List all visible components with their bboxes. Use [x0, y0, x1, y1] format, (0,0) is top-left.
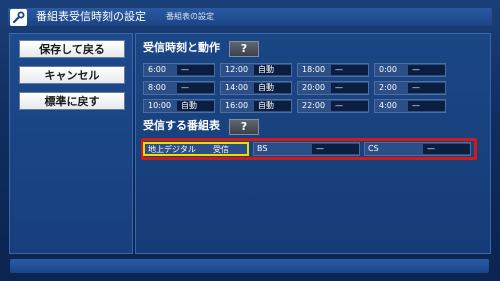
- schedule-time: 16:00: [225, 101, 249, 110]
- schedule-time: 18:00: [302, 65, 326, 74]
- schedule-action: —: [331, 83, 368, 93]
- cancel-button[interactable]: キャンセル: [19, 66, 125, 84]
- window-subtitle: 番組表の設定: [166, 12, 214, 21]
- save-and-return-button[interactable]: 保存して戻る: [19, 40, 125, 58]
- schedule-cell-11[interactable]: 22:00 —: [297, 99, 369, 113]
- schedule-action: —: [331, 65, 368, 75]
- schedule-action: 自動: [254, 83, 291, 93]
- channel-name: BS: [257, 144, 268, 153]
- schedule-cell-12[interactable]: 4:00 —: [374, 99, 446, 113]
- schedule-time: 20:00: [302, 83, 326, 92]
- schedule-cell-2[interactable]: 12:00 自動: [220, 63, 292, 77]
- schedule-cell-7[interactable]: 20:00 —: [297, 81, 369, 95]
- schedule-action: —: [408, 65, 445, 75]
- channel-name: CS: [368, 144, 379, 153]
- schedule-time: 8:00: [148, 83, 166, 92]
- channel-value: —: [423, 144, 470, 154]
- schedule-help-button[interactable]: ?: [229, 41, 259, 57]
- schedule-action: —: [408, 83, 445, 93]
- schedule-action: 自動: [177, 101, 214, 111]
- channel-cs[interactable]: CS —: [364, 142, 471, 156]
- window-title: 番組表受信時刻の設定: [36, 10, 146, 23]
- channel-value: 受信: [213, 145, 229, 154]
- channel-section-title: 受信する番組表: [143, 119, 220, 132]
- schedule-cell-9[interactable]: 10:00 自動: [143, 99, 215, 113]
- schedule-section-title: 受信時刻と動作: [143, 41, 220, 54]
- schedule-time: 4:00: [379, 101, 397, 110]
- schedule-time: 6:00: [148, 65, 166, 74]
- schedule-cell-6[interactable]: 14:00 自動: [220, 81, 292, 95]
- channel-help-button[interactable]: ?: [229, 119, 259, 135]
- schedule-time: 0:00: [379, 65, 397, 74]
- schedule-time: 10:00: [148, 101, 172, 110]
- wrench-icon: [10, 9, 27, 26]
- reset-default-button[interactable]: 標準に戻す: [19, 92, 125, 110]
- channel-terrestrial[interactable]: 地上デジタル 受信: [143, 142, 249, 156]
- schedule-time: 14:00: [225, 83, 249, 92]
- schedule-cell-5[interactable]: 8:00 —: [143, 81, 215, 95]
- schedule-cell-1[interactable]: 6:00 —: [143, 63, 215, 77]
- channel-name: 地上デジタル: [148, 145, 196, 154]
- schedule-time: 22:00: [302, 101, 326, 110]
- schedule-cell-8[interactable]: 2:00 —: [374, 81, 446, 95]
- schedule-cell-3[interactable]: 18:00 —: [297, 63, 369, 77]
- schedule-action: —: [331, 101, 368, 111]
- schedule-action: —: [177, 83, 214, 93]
- schedule-action: 自動: [254, 65, 291, 75]
- status-bar: [10, 259, 489, 273]
- schedule-time: 12:00: [225, 65, 249, 74]
- schedule-cell-4[interactable]: 0:00 —: [374, 63, 446, 77]
- schedule-cell-10[interactable]: 16:00 自動: [220, 99, 292, 113]
- channel-value: —: [312, 144, 359, 154]
- schedule-action: —: [177, 65, 214, 75]
- schedule-time: 2:00: [379, 83, 397, 92]
- schedule-action: 自動: [254, 101, 291, 111]
- schedule-action: —: [408, 101, 445, 111]
- channel-bs[interactable]: BS —: [253, 142, 360, 156]
